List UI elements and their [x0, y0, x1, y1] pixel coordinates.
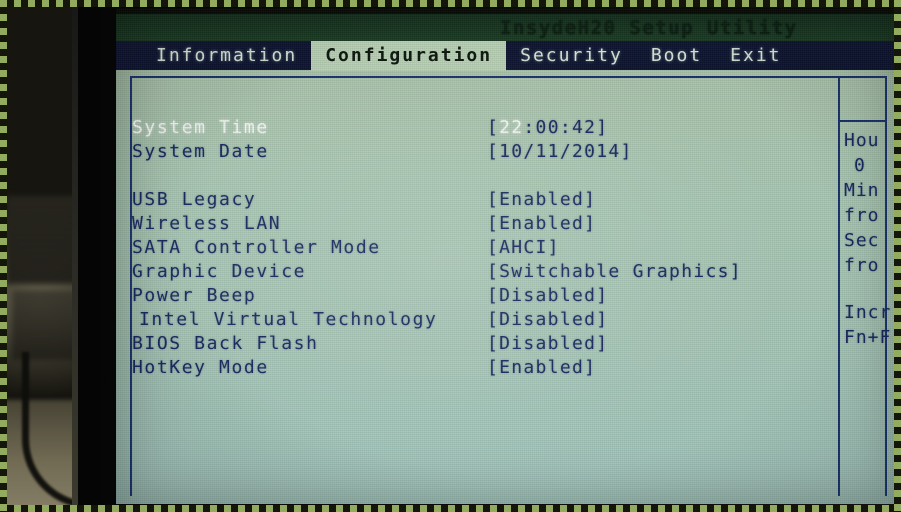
- row-value[interactable]: [10/11/2014]: [487, 140, 633, 164]
- row-label: System Time: [132, 117, 269, 138]
- row-bios-back-flash[interactable]: BIOS Back Flash [Disabled]: [132, 332, 832, 356]
- row-value[interactable]: [Enabled]: [487, 188, 596, 212]
- row-hotkey-mode[interactable]: HotKey Mode [Enabled]: [132, 356, 832, 380]
- row-sata-controller-mode[interactable]: SATA Controller Mode [AHCI]: [132, 236, 832, 260]
- row-label: System Date: [132, 141, 269, 162]
- laptop-bezel-edge: [72, 0, 78, 512]
- row-label: Power Beep: [132, 285, 257, 306]
- lcd-screen: InsydeH20 Setup Utility Information Conf…: [116, 8, 901, 504]
- row-label: HotKey Mode: [132, 357, 269, 378]
- row-value[interactable]: [22:00:42]: [487, 116, 608, 140]
- help-line: Hou: [844, 130, 880, 151]
- row-system-time[interactable]: System Time [22:00:42]: [132, 116, 832, 140]
- tab-information[interactable]: Information: [142, 41, 311, 71]
- help-box-separator: [840, 120, 887, 122]
- panel-divider: [838, 76, 840, 496]
- tab-exit[interactable]: Exit: [716, 41, 795, 71]
- help-line: Incr: [844, 302, 892, 323]
- row-wireless-lan[interactable]: Wireless LAN [Enabled]: [132, 212, 832, 236]
- row-value[interactable]: [Disabled]: [487, 308, 608, 332]
- tab-boot[interactable]: Boot: [637, 41, 716, 71]
- value-rest: :00:42]: [523, 117, 609, 138]
- row-intel-virtual-technology[interactable]: Intel Virtual Technology [Disabled]: [132, 308, 832, 332]
- row-label: Intel Virtual Technology: [139, 309, 438, 330]
- help-line: Fn+F: [844, 327, 892, 348]
- row-system-date[interactable]: System Date [10/11/2014]: [132, 140, 832, 164]
- help-line: fro: [844, 255, 880, 276]
- row-label: Graphic Device: [132, 261, 307, 282]
- tab-configuration[interactable]: Configuration: [311, 40, 507, 71]
- settings-list: System Time [22:00:42] System Date [10/1…: [132, 116, 832, 380]
- value-hour-field[interactable]: 22: [499, 117, 523, 138]
- row-spacer: [132, 164, 832, 188]
- bios-screen-photo: InsydeH20 Setup Utility Information Conf…: [0, 0, 901, 512]
- row-usb-legacy[interactable]: USB Legacy [Enabled]: [132, 188, 832, 212]
- help-line: fro: [844, 205, 880, 226]
- help-line: 0: [854, 155, 866, 176]
- row-label: BIOS Back Flash: [132, 333, 319, 354]
- help-line: [844, 278, 901, 300]
- tab-security[interactable]: Security: [506, 41, 637, 71]
- help-line: Sec: [844, 230, 880, 251]
- value-bracket-open: [: [487, 117, 500, 138]
- row-value[interactable]: [Disabled]: [487, 284, 608, 308]
- help-panel: Hou 0 Min fro Sec fro Incr Fn+F: [844, 128, 901, 350]
- menu-bar[interactable]: Information Configuration Security Boot …: [116, 40, 901, 71]
- row-label: SATA Controller Mode: [132, 237, 381, 258]
- row-graphic-device[interactable]: Graphic Device [Switchable Graphics]: [132, 260, 832, 284]
- row-label: USB Legacy: [132, 189, 257, 210]
- page-title: InsydeH20 Setup Utility: [500, 17, 798, 39]
- row-label: Wireless LAN: [132, 213, 282, 234]
- row-value[interactable]: [Disabled]: [487, 332, 608, 356]
- row-value[interactable]: [Enabled]: [487, 356, 596, 380]
- row-value[interactable]: [Enabled]: [487, 212, 596, 236]
- row-value[interactable]: [Switchable Graphics]: [487, 260, 742, 284]
- row-value[interactable]: [AHCI]: [487, 236, 560, 260]
- help-line: Min: [844, 180, 880, 201]
- row-power-beep[interactable]: Power Beep [Disabled]: [132, 284, 832, 308]
